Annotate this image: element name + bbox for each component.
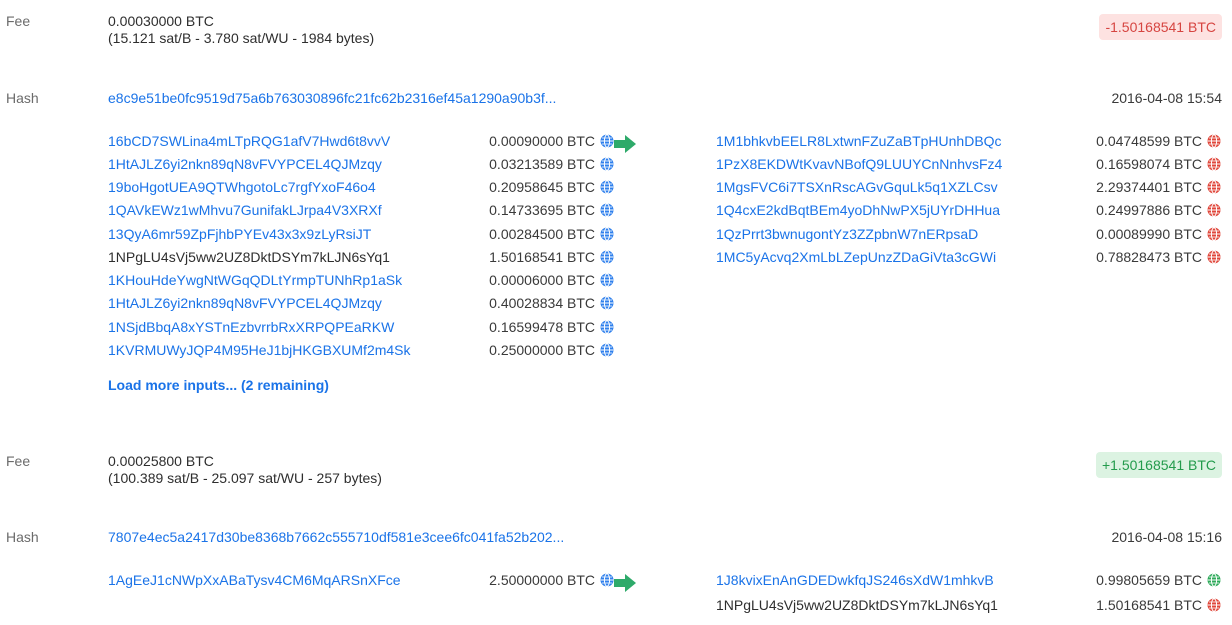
globe-icon[interactable] (600, 343, 614, 357)
globe-icon[interactable] (600, 250, 614, 264)
tx1-input-address[interactable]: 1HtAJLZ6yi2nkn89qN8vFVYPCEL4QJMzqy (108, 156, 382, 172)
tx1-input-address[interactable]: 1KVRMUWyJQP4M95HeJ1bjHKGBXUMf2m4Sk (108, 342, 411, 358)
tx1-input-amount: 0.25000000 BTC (489, 342, 595, 358)
spent-globe-icon[interactable] (1207, 157, 1221, 171)
tx1-hash-link[interactable]: e8c9e51be0fc9519d75a6b763030896fc21fc62b… (108, 90, 556, 106)
tx1-date: 2016-04-08 15:54 (1111, 90, 1222, 106)
tx1-input-address[interactable]: 1NSjdBbqA8xYSTnEzbvrrbRxXRPQPEaRKW (108, 319, 394, 335)
tx1-input-amount: 0.03213589 BTC (489, 156, 595, 172)
globe-icon[interactable] (600, 273, 614, 287)
tx1-balance-badge: -1.50168541 BTC (1099, 14, 1222, 40)
tx1-output-amount: 0.00089990 BTC (1096, 226, 1202, 242)
tx2-output-address-current: 1NPgLU4sVj5ww2UZ8DktDSYm7kLJN6sYq1 (716, 597, 998, 613)
tx2-input-address[interactable]: 1AgEeJ1cNWpXxABaTysv4CM6MqARSnXFce (108, 572, 401, 588)
tx1-fee-value: 0.00030000 BTC (108, 13, 214, 29)
tx1-output-amount: 2.29374401 BTC (1096, 179, 1202, 195)
tx1-output-amount: 0.04748599 BTC (1096, 133, 1202, 149)
tx1-hash-label: Hash (6, 90, 39, 106)
tx2-output-amount: 1.50168541 BTC (1096, 597, 1202, 613)
tx1-load-more-inputs[interactable]: Load more inputs... (2 remaining) (108, 377, 329, 393)
tx1-input-amount: 0.40028834 BTC (489, 295, 595, 311)
spent-globe-icon[interactable] (1207, 203, 1221, 217)
spent-globe-icon[interactable] (1207, 250, 1221, 264)
globe-icon[interactable] (600, 573, 614, 587)
tx1-input-address[interactable]: 1KHouHdeYwgNtWGqQDLtYrmpTUNhRp1aSk (108, 272, 402, 288)
tx2-input-amount: 2.50000000 BTC (489, 572, 595, 588)
globe-icon[interactable] (600, 203, 614, 217)
spent-globe-icon[interactable] (1207, 134, 1221, 148)
globe-icon[interactable] (600, 180, 614, 194)
tx1-input-amount: 1.50168541 BTC (489, 249, 595, 265)
globe-icon[interactable] (600, 134, 614, 148)
tx1-input-amount: 0.00284500 BTC (489, 226, 595, 242)
globe-icon[interactable] (600, 296, 614, 310)
arrow-right-icon (614, 574, 636, 595)
tx1-input-amount: 0.14733695 BTC (489, 202, 595, 218)
tx1-fee-label: Fee (6, 13, 31, 29)
spent-globe-icon[interactable] (1207, 227, 1221, 241)
tx1-input-amount: 0.16599478 BTC (489, 319, 595, 335)
tx1-input-address-current: 1NPgLU4sVj5ww2UZ8DktDSYm7kLJN6sYq1 (108, 249, 390, 265)
tx2-fee-detail: (100.389 sat/B - 25.097 sat/WU - 257 byt… (108, 470, 382, 486)
tx1-output-address[interactable]: 1MC5yAcvq2XmLbLZepUnzZDaGiVta3cGWi (716, 249, 996, 265)
tx1-output-amount: 0.24997886 BTC (1096, 202, 1202, 218)
tx2-date: 2016-04-08 15:16 (1111, 529, 1222, 545)
tx2-fee-value: 0.00025800 BTC (108, 453, 214, 469)
unspent-globe-icon[interactable] (1207, 573, 1221, 587)
tx2-balance-badge: +1.50168541 BTC (1095, 452, 1222, 478)
tx2-hash-label: Hash (6, 529, 39, 545)
globe-icon[interactable] (600, 320, 614, 334)
tx1-input-address[interactable]: 1HtAJLZ6yi2nkn89qN8vFVYPCEL4QJMzqy (108, 295, 382, 311)
tx1-output-address[interactable]: 1Q4cxE2kdBqtBEm4yoDhNwPX5jUYrDHHua (716, 202, 1000, 218)
spent-globe-icon[interactable] (1207, 180, 1221, 194)
tx1-input-address[interactable]: 19boHgotUEA9QTWhgotoLc7rgfYxoF46o4 (108, 179, 376, 195)
tx1-output-amount: 0.78828473 BTC (1096, 249, 1202, 265)
tx1-input-amount: 0.00006000 BTC (489, 272, 595, 288)
tx1-output-address[interactable]: 1M1bhkvbEELR8LxtwnFZuZaBTpHUnhDBQc (716, 133, 1002, 149)
tx1-output-address[interactable]: 1QzPrrt3bwnugontYz3ZZpbnW7nERpsaD (716, 226, 978, 242)
tx1-input-amount: 0.00090000 BTC (489, 133, 595, 149)
tx1-input-address[interactable]: 13QyA6mr59ZpFjhbPYEv43x3x9zLyRsiJT (108, 226, 371, 242)
tx1-input-address[interactable]: 1QAVkEWz1wMhvu7GunifakLJrpa4V3XRXf (108, 202, 382, 218)
tx2-fee-label: Fee (6, 453, 31, 469)
globe-icon[interactable] (600, 227, 614, 241)
tx2-output-amount: 0.99805659 BTC (1096, 572, 1202, 588)
arrow-right-icon (614, 135, 636, 156)
tx1-fee-detail: (15.121 sat/B - 3.780 sat/WU - 1984 byte… (108, 30, 375, 46)
tx1-output-amount: 0.16598074 BTC (1096, 156, 1202, 172)
tx1-input-amount: 0.20958645 BTC (489, 179, 595, 195)
tx1-output-address[interactable]: 1MgsFVC6i7TSXnRscAGvGquLk5q1XZLCsv (716, 179, 998, 195)
globe-icon[interactable] (600, 157, 614, 171)
tx1-output-address[interactable]: 1PzX8EKDWtKvavNBofQ9LUUYCnNnhvsFz4 (716, 156, 1002, 172)
tx2-output-address[interactable]: 1J8kvixEnAnGDEDwkfqJS246sXdW1mhkvB (716, 572, 994, 588)
tx1-input-address[interactable]: 16bCD7SWLina4mLTpRQG1afV7Hwd6t8vvV (108, 133, 390, 149)
tx2-hash-link[interactable]: 7807e4ec5a2417d30be8368b7662c555710df581… (108, 529, 564, 545)
spent-globe-icon[interactable] (1207, 598, 1221, 612)
